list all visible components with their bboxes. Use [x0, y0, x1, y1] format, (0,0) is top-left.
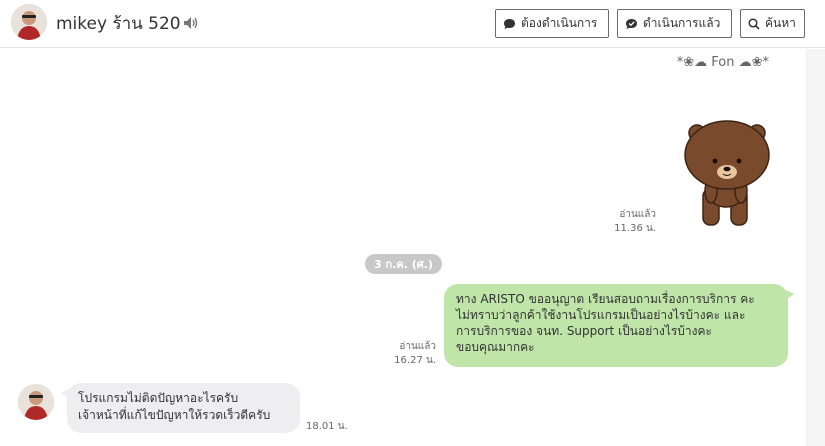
incoming-meta: 18.01 น. — [306, 420, 366, 434]
message-line: ทาง ARISTO ขออนุญาต เรียนสอบถามเรื่องการ… — [456, 292, 755, 306]
search-label: ค้นหา — [765, 16, 796, 30]
chat-header: mikey ร้าน 520 ต้องดำเนินการ ดำเนินการแล… — [0, 0, 825, 48]
outgoing-message-bubble[interactable]: ทาง ARISTO ขออนุญาต เรียนสอบถามเรื่องการ… — [444, 284, 794, 367]
message-time: 11.36 น. — [614, 223, 656, 234]
message-line: เจ้าหน้าที่แก้ไขปัญหาให้รวดเร็วดีครับ — [78, 408, 271, 422]
incoming-message-bubble[interactable]: โปรแกรมไม่ติดปัญหาอะไรครับ เจ้าหน้าที่แก… — [61, 383, 300, 433]
chat-area[interactable]: *❀☁ Fon ☁❀* อ่านแล้ว 11.36 น. 3 ก.ค. (ศ.… — [0, 49, 806, 446]
message-time: 16.27 น. — [394, 355, 436, 366]
pending-action-label: ต้องดำเนินการ — [521, 16, 598, 30]
speaker-icon[interactable] — [183, 15, 199, 29]
contact-name: mikey ร้าน 520 — [56, 14, 181, 34]
search-button[interactable]: ค้นหา — [740, 9, 805, 38]
message-line: การบริการของ จนท. Support เป็นอย่างไรบ้า… — [456, 324, 712, 338]
read-status: อ่านแล้ว — [399, 341, 436, 352]
contact-avatar[interactable] — [11, 4, 47, 40]
brown-bear-sticker[interactable] — [681, 117, 773, 229]
message-line: ไม่ทราบว่าลูกค้าใช้งานโปรแกรมเป็นอย่างไร… — [456, 308, 746, 322]
message-line: โปรแกรมไม่ติดปัญหาอะไรครับ — [78, 391, 239, 405]
read-status: อ่านแล้ว — [619, 209, 656, 220]
search-icon — [748, 17, 760, 30]
contact-avatar-small[interactable] — [18, 384, 54, 420]
sender-display-name: *❀☁ Fon ☁❀* — [676, 55, 769, 70]
date-divider: 3 ก.ค. (ศ.) — [365, 254, 442, 274]
message-line: ขอบคุณมากคะ — [456, 340, 535, 354]
chat-scrollbar[interactable] — [806, 49, 825, 446]
pending-action-button[interactable]: ต้องดำเนินการ — [495, 9, 609, 38]
check-bubble-icon — [626, 18, 637, 29]
sticker-meta: อ่านแล้ว 11.36 น. — [600, 208, 656, 236]
done-action-button[interactable]: ดำเนินการแล้ว — [617, 9, 732, 38]
message-time: 18.01 น. — [306, 421, 348, 432]
chat-bubble-icon — [504, 18, 515, 29]
outgoing-meta: อ่านแล้ว 16.27 น. — [380, 340, 436, 368]
done-action-label: ดำเนินการแล้ว — [643, 16, 721, 30]
